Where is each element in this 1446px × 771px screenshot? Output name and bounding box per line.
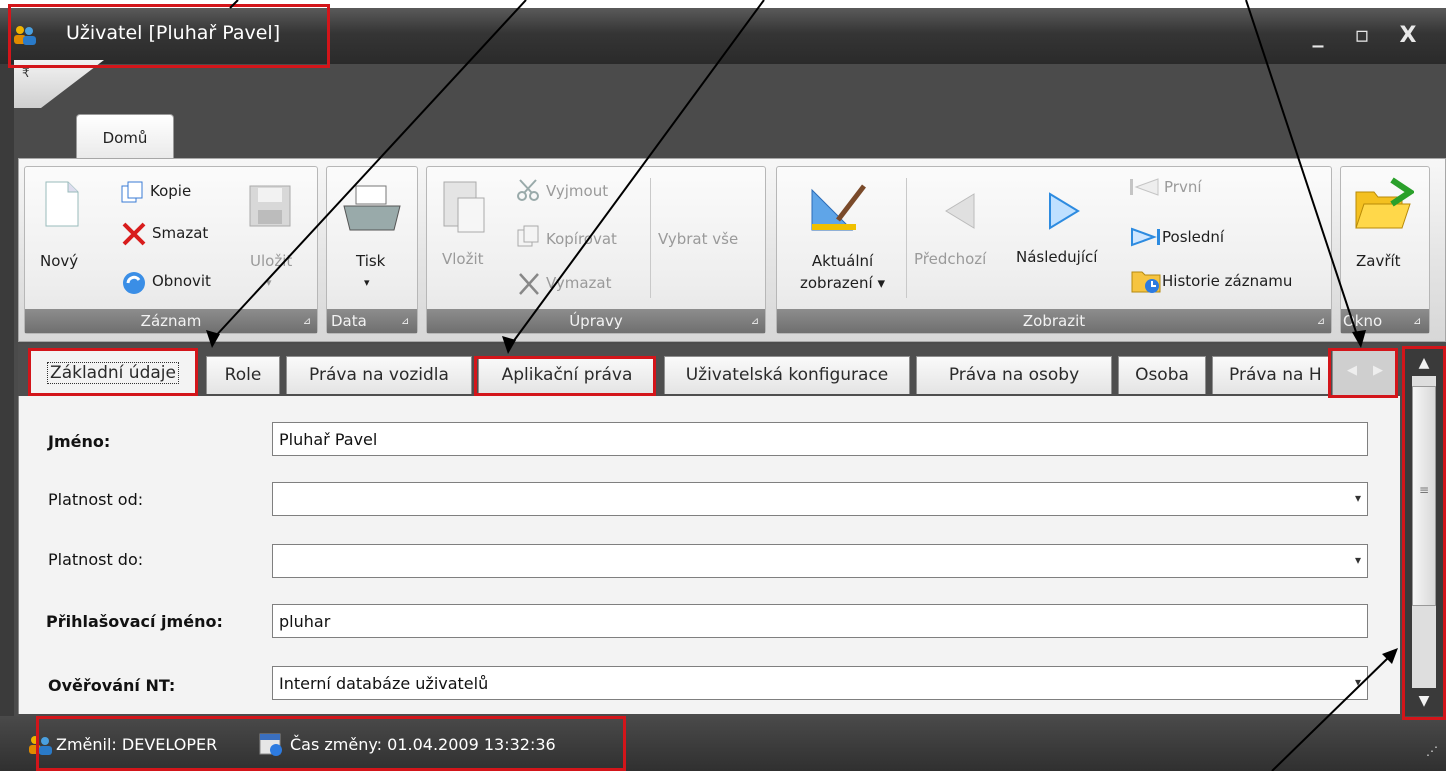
users-icon xyxy=(14,26,36,45)
calendar-clock-icon xyxy=(259,733,282,756)
minimize-button[interactable]: _ xyxy=(1300,16,1336,56)
copy-icon[interactable] xyxy=(120,180,148,204)
maximize-button[interactable]: ▫ xyxy=(1344,16,1380,56)
group-separator xyxy=(906,178,907,298)
status-bar: Změnil: DEVELOPER Čas změny: 01.04.2009 … xyxy=(0,716,1446,771)
next-arrow-icon[interactable] xyxy=(1044,190,1084,232)
vymazat-button[interactable]: Vymazat xyxy=(546,274,612,292)
changed-by-text: Změnil: DEVELOPER xyxy=(56,735,218,754)
tab-zakladni-udaje[interactable]: Základní údaje xyxy=(30,350,196,396)
tisk-dropdown-icon[interactable]: ▾ xyxy=(364,276,370,289)
dialog-launcher-icon[interactable]: ⊿ xyxy=(301,316,313,328)
grip-icon: ≡ xyxy=(1419,483,1430,497)
ulozit-dropdown-icon[interactable]: ▾ xyxy=(266,276,272,289)
platnost-od-dropdown[interactable]: ▾ xyxy=(272,482,1368,516)
title-bar: Uživatel [Pluhař Pavel] _ ▫ X xyxy=(0,8,1446,64)
printer-icon[interactable] xyxy=(340,184,404,236)
jmeno-value: Pluhař Pavel xyxy=(279,430,378,449)
tab-role[interactable]: Role xyxy=(206,356,280,394)
nasledujici-button[interactable]: Následující xyxy=(1016,248,1097,266)
dialog-launcher-icon[interactable]: ⊿ xyxy=(401,316,413,328)
historie-button[interactable]: Historie záznamu xyxy=(1162,272,1292,290)
qat-dropdown-icon[interactable]: ₹ xyxy=(22,66,30,80)
scroll-up-icon[interactable]: ▲ xyxy=(1412,350,1436,376)
smazat-button[interactable]: Smazat xyxy=(152,224,208,242)
platnost-od-label: Platnost od: xyxy=(48,490,144,509)
clear-icon[interactable] xyxy=(516,272,542,296)
group-label-data: Data xyxy=(331,312,367,330)
prihlasovaci-jmeno-value: pluhar xyxy=(279,612,331,631)
group-label-okno: Okno xyxy=(1343,312,1383,330)
tab-prava-na-h[interactable]: Práva na H xyxy=(1212,356,1330,394)
scroll-thumb[interactable]: ≡ xyxy=(1412,386,1436,606)
changed-at-text: Čas změny: 01.04.2009 13:32:36 xyxy=(290,735,556,754)
posledni-button[interactable]: Poslední xyxy=(1162,228,1224,246)
vlozit-button[interactable]: Vložit xyxy=(442,250,484,268)
close-button[interactable]: X xyxy=(1390,16,1426,56)
tab-label: Základní údaje xyxy=(47,362,179,384)
group-separator xyxy=(650,178,651,298)
group-label-zobrazit: Zobrazit xyxy=(1022,312,1086,330)
refresh-icon[interactable] xyxy=(120,270,148,296)
kopie-button[interactable]: Kopie xyxy=(150,182,191,200)
close-folder-icon[interactable] xyxy=(1352,176,1414,234)
novy-button[interactable]: Nový xyxy=(40,252,78,270)
tisk-button[interactable]: Tisk xyxy=(356,252,385,270)
vertical-scrollbar[interactable]: ▲ ≡ ▼ xyxy=(1404,346,1444,718)
chevron-down-icon[interactable]: ▾ xyxy=(1355,553,1361,567)
predchozi-button[interactable]: Předchozí xyxy=(914,250,986,268)
jmeno-input[interactable]: Pluhař Pavel xyxy=(272,422,1368,456)
overovani-nt-value: Interní databáze uživatelů xyxy=(279,674,489,693)
platnost-do-label: Platnost do: xyxy=(48,550,144,569)
dialog-launcher-icon[interactable]: ⊿ xyxy=(749,316,761,328)
delete-icon[interactable] xyxy=(120,222,148,246)
first-record-icon[interactable] xyxy=(1128,176,1162,198)
new-document-icon[interactable] xyxy=(44,180,80,228)
tab-scroll-buttons: ◀ ▶ xyxy=(1332,350,1396,396)
vyjmout-button[interactable]: Vyjmout xyxy=(546,182,608,200)
history-icon[interactable] xyxy=(1130,266,1162,294)
tab-aplikacni-prava[interactable]: Aplikační práva xyxy=(478,356,656,394)
prvni-button[interactable]: První xyxy=(1164,178,1202,196)
window-title: Uživatel [Pluhař Pavel] xyxy=(66,22,281,44)
ribbon-tab-domu[interactable]: Domů xyxy=(76,114,174,160)
group-label-zaznam: Záznam xyxy=(140,312,202,330)
obnovit-button[interactable]: Obnovit xyxy=(152,272,211,290)
ulozit-button[interactable]: Uložit xyxy=(250,252,292,270)
vybrat-vse-button[interactable]: Vybrat vše xyxy=(658,230,738,248)
resize-grip-icon[interactable]: ⋰ xyxy=(1426,744,1438,758)
dialog-launcher-icon[interactable]: ⊿ xyxy=(1315,316,1327,328)
chevron-down-icon[interactable]: ▾ xyxy=(1355,675,1361,689)
aktualni-zobrazeni-label: Aktuální zobrazení ▾ xyxy=(800,250,885,294)
tab-prava-na-vozidla[interactable]: Práva na vozidla xyxy=(286,356,472,394)
group-label-upravy: Úpravy xyxy=(569,312,623,330)
chevron-down-icon[interactable]: ▾ xyxy=(1355,491,1361,505)
zavrit-button[interactable]: Zavřít xyxy=(1356,252,1401,270)
aktualni-line2[interactable]: zobrazení ▾ xyxy=(800,272,885,294)
current-view-icon[interactable] xyxy=(808,180,870,236)
paste-icon[interactable] xyxy=(440,176,488,236)
tab-prava-na-osoby[interactable]: Práva na osoby xyxy=(916,356,1112,394)
cut-icon[interactable] xyxy=(516,178,542,202)
previous-arrow-icon[interactable] xyxy=(940,190,980,232)
prihlasovaci-jmeno-label: Přihlašovací jméno: xyxy=(46,612,223,631)
overovani-nt-label: Ověřování NT: xyxy=(48,676,176,695)
overovani-nt-dropdown[interactable]: Interní databáze uživatelů ▾ xyxy=(272,666,1368,700)
tab-scroll-left-icon[interactable]: ◀ xyxy=(1347,363,1357,378)
tab-osoba[interactable]: Osoba xyxy=(1118,356,1206,394)
prihlasovaci-jmeno-input[interactable]: pluhar xyxy=(272,604,1368,638)
aktualni-line1[interactable]: Aktuální xyxy=(800,250,885,272)
dialog-launcher-icon[interactable]: ⊿ xyxy=(1413,316,1425,328)
user-icon xyxy=(29,736,52,755)
annotation-arrow xyxy=(229,0,239,9)
kopirovat-button[interactable]: Kopírovat xyxy=(546,230,617,248)
tab-uzivatelska-konfigurace[interactable]: Uživatelská konfigurace xyxy=(664,356,910,394)
platnost-do-dropdown[interactable]: ▾ xyxy=(272,544,1368,578)
scroll-down-icon[interactable]: ▼ xyxy=(1412,688,1436,714)
save-icon[interactable] xyxy=(248,184,292,228)
tab-scroll-right-icon[interactable]: ▶ xyxy=(1373,363,1383,378)
copy-icon[interactable] xyxy=(516,224,544,248)
jmeno-label: Jméno: xyxy=(48,432,111,451)
last-record-icon[interactable] xyxy=(1128,226,1162,248)
